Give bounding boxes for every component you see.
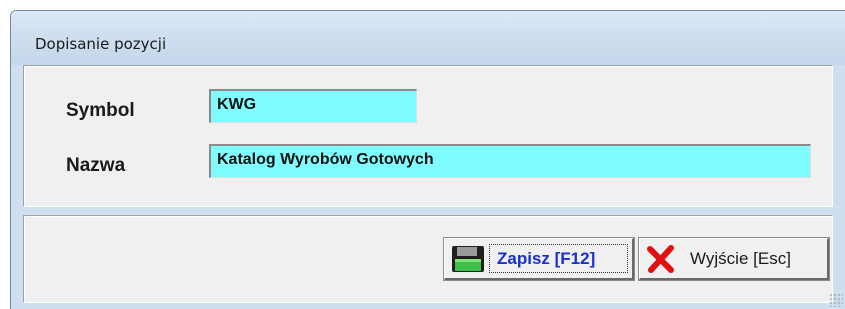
- title-bar[interactable]: Dopisanie pozycji: [11, 11, 845, 65]
- symbol-input[interactable]: KWG: [209, 89, 417, 123]
- window-title: Dopisanie pozycji: [35, 35, 167, 53]
- save-button[interactable]: Zapisz [F12]: [443, 237, 635, 281]
- name-input[interactable]: Katalog Wyrobów Gotowych: [209, 144, 811, 178]
- exit-button-label: Wyjście [Esc]: [690, 248, 791, 268]
- symbol-label: Symbol: [66, 100, 135, 121]
- exit-button[interactable]: Wyjście [Esc]: [638, 237, 830, 281]
- form-panel: Symbol KWG Nazwa Katalog Wyrobów Gotowyc…: [23, 65, 833, 207]
- dialog-window: Dopisanie pozycji Symbol KWG Nazwa Katal…: [10, 10, 845, 309]
- floppy-disk-icon: [451, 244, 485, 274]
- red-x-icon: [646, 244, 676, 274]
- focus-indicator: [489, 244, 628, 273]
- button-panel: Zapisz [F12] Wyjście [Esc]: [23, 215, 833, 303]
- window-frame: Symbol KWG Nazwa Katalog Wyrobów Gotowyc…: [11, 65, 845, 309]
- resize-grip[interactable]: [829, 293, 843, 307]
- name-label: Nazwa: [66, 155, 126, 176]
